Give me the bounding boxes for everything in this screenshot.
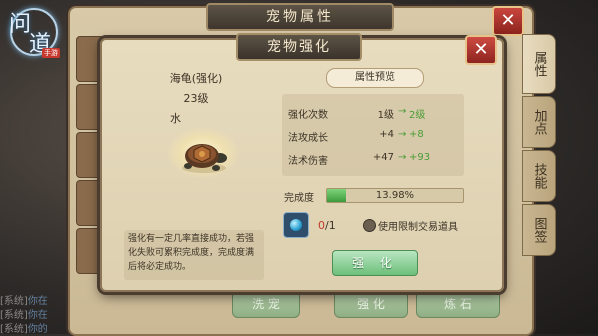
enhance-description: 强化有一定几率直接成功，若强化失败可累积完成度，完成度满后将必定成功。 bbox=[124, 230, 264, 280]
stat-label: 法术伤害 bbox=[288, 156, 328, 167]
back-enhance-button[interactable]: 强 化 bbox=[334, 290, 408, 318]
tab-skills[interactable]: 技能 bbox=[522, 150, 556, 202]
game-logo: 问 道 手游 bbox=[2, 2, 66, 58]
enhance-button[interactable]: 强 化 bbox=[332, 250, 418, 276]
material-item-slot[interactable] bbox=[283, 212, 309, 238]
tab-add-points[interactable]: 加点 bbox=[522, 96, 556, 148]
stat-current-value: +47 bbox=[372, 152, 394, 163]
pet-element: 水 bbox=[170, 112, 181, 125]
stat-row-enhance-count: 强化次数 1级 → 2级 bbox=[288, 106, 464, 124]
stat-label: 强化次数 bbox=[288, 110, 328, 121]
progress-label: 完成度 bbox=[284, 193, 314, 204]
gem-icon bbox=[290, 219, 302, 231]
material-count: 0/1 bbox=[318, 219, 336, 232]
chat-line: [系统]你在 bbox=[0, 310, 48, 321]
pet-enhance-close-button[interactable]: ✕ bbox=[465, 35, 497, 65]
wash-pet-button[interactable]: 洗 宠 bbox=[232, 290, 300, 318]
pet-attributes-title: 宠物属性 bbox=[206, 3, 394, 31]
chat-line: [系统]你的 bbox=[0, 324, 48, 335]
pet-name: 海龟(强化) bbox=[169, 72, 223, 85]
pet-attributes-close-button[interactable]: ✕ bbox=[492, 6, 524, 36]
pet-enhance-title: 宠物强化 bbox=[236, 33, 362, 61]
arrow-right-icon: → bbox=[398, 129, 407, 140]
stat-current-value: 1级 bbox=[377, 110, 394, 121]
use-restricted-items-label[interactable]: 使用限制交易道具 bbox=[378, 218, 458, 233]
progress-bar: 13.98% bbox=[326, 188, 464, 203]
stat-next-value: 2级 bbox=[409, 110, 426, 121]
progress-text: 13.98% bbox=[375, 190, 415, 201]
pet-level: 23级 bbox=[183, 92, 209, 105]
logo-tag: 手游 bbox=[42, 48, 60, 58]
chat-line: [系统]你在 bbox=[0, 296, 48, 307]
stat-label: 法攻成长 bbox=[288, 133, 328, 144]
use-restricted-items-checkbox[interactable] bbox=[363, 219, 376, 232]
refine-stone-button[interactable]: 炼 石 bbox=[416, 290, 500, 318]
stat-current-value: +4 bbox=[379, 129, 394, 140]
stat-next-value: +93 bbox=[409, 152, 431, 163]
arrow-right-icon: → bbox=[398, 152, 407, 163]
turtle-icon bbox=[182, 144, 227, 173]
close-icon: ✕ bbox=[500, 10, 516, 31]
stat-row-magic-attack-growth: 法攻成长 +4 → +8 bbox=[288, 129, 464, 147]
arrow-right-icon: → bbox=[398, 106, 407, 117]
close-icon: ✕ bbox=[473, 39, 489, 60]
stat-row-spell-damage: 法术伤害 +47 → +93 bbox=[288, 152, 464, 170]
stat-next-value: +8 bbox=[409, 129, 424, 140]
tab-catalog[interactable]: 图签 bbox=[522, 204, 556, 256]
attribute-preview-header: 属性预览 bbox=[326, 68, 424, 88]
tab-attributes[interactable]: 属性 bbox=[522, 34, 556, 94]
logo-glyph-1: 问 bbox=[9, 12, 32, 37]
